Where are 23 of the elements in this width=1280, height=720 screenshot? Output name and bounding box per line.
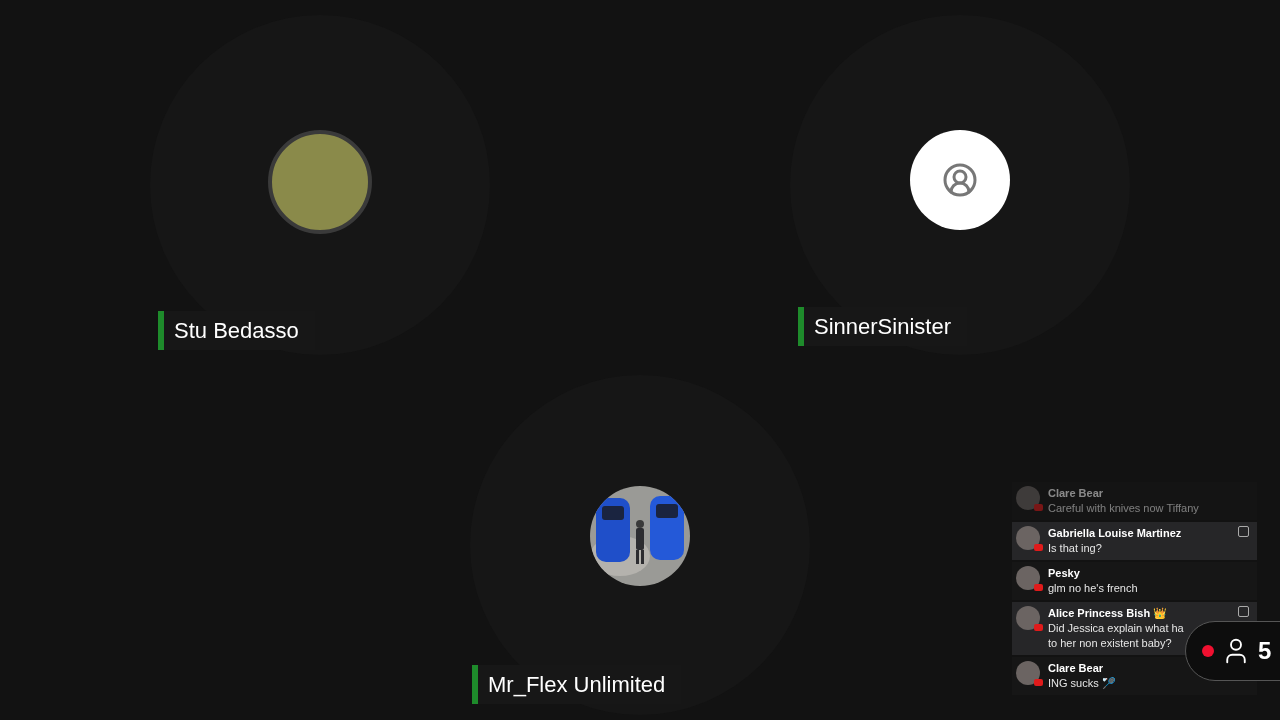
user-icon (942, 162, 978, 198)
chat-author: Pesky (1048, 566, 1081, 581)
chat-author: Gabriella Louise Martinez (1048, 526, 1183, 541)
video-badge-icon (1034, 544, 1043, 551)
chat-text: ING sucks 🏸 (1048, 676, 1116, 691)
help-icon[interactable] (1238, 526, 1249, 537)
help-icon[interactable] (1238, 606, 1249, 617)
video-badge-icon (1034, 624, 1043, 631)
chat-author: Alice Princess Bish 👑 (1048, 606, 1169, 621)
chat-author: Clare Bear (1048, 486, 1105, 501)
video-badge-icon (1034, 679, 1043, 686)
chat-text: Did Jessica explain what ha (1048, 621, 1184, 636)
video-badge-icon (1034, 584, 1043, 591)
participant-name: SinnerSinister (814, 313, 951, 341)
viewer-count: 5 (1258, 636, 1272, 666)
chat-text: to her non existent baby? (1048, 636, 1172, 651)
chat-text: Careful with knives now Tiffany (1048, 501, 1199, 516)
participant-name: Stu Bedasso (174, 317, 299, 345)
participant-name: Mr_Flex Unlimited (488, 671, 666, 699)
chat-text: Is that ing? (1048, 541, 1102, 556)
chat-text: glm no he's french (1048, 581, 1138, 596)
chat-author: Clare Bear (1048, 661, 1105, 676)
video-badge-icon (1034, 504, 1043, 511)
